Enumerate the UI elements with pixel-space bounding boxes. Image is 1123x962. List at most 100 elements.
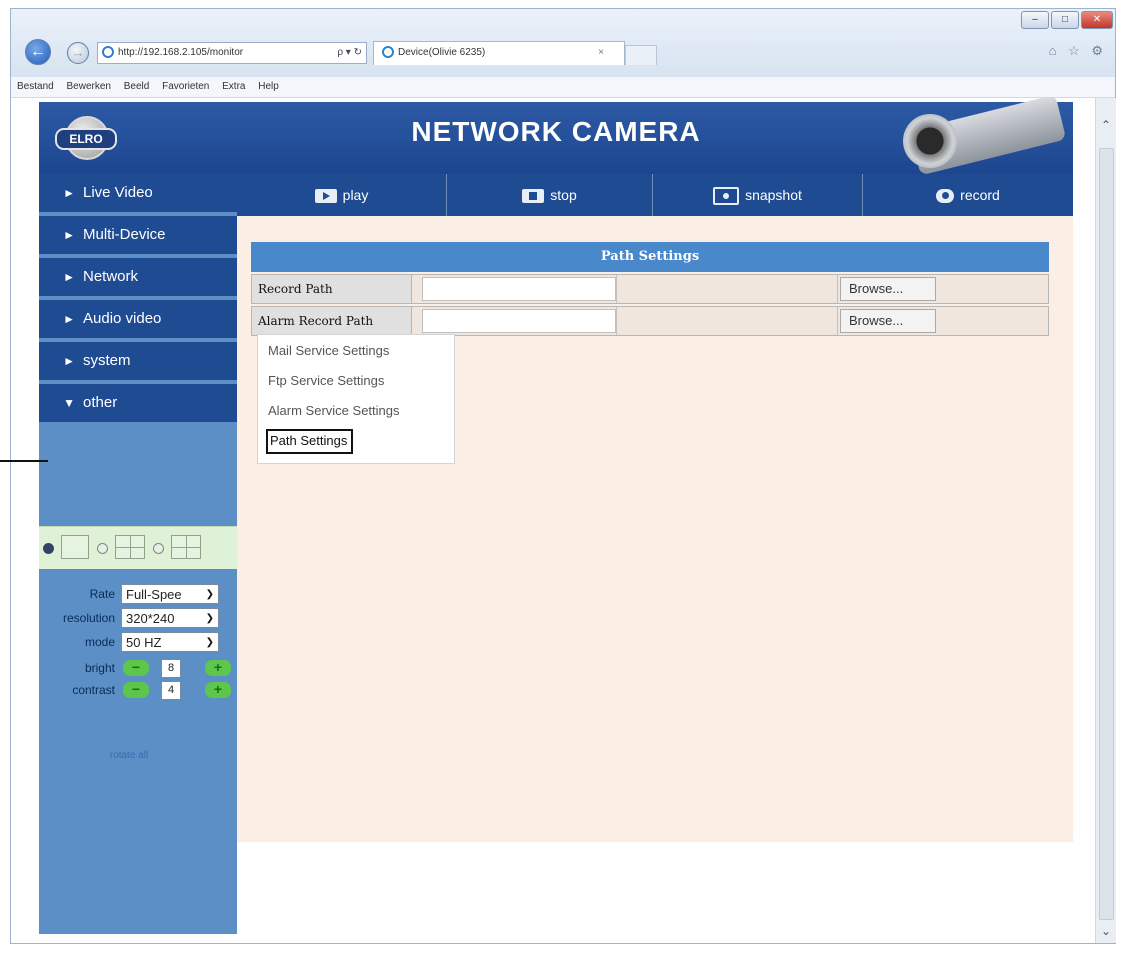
nine-view-icon <box>171 535 201 559</box>
single-view-icon <box>61 535 89 559</box>
callout-pointer <box>0 460 48 462</box>
mode-row: mode 50 HZ ❯ <box>39 632 237 654</box>
menu-extra[interactable]: Extra <box>222 81 245 92</box>
ie-icon <box>382 46 394 59</box>
ie-icon <box>102 46 114 59</box>
alarm-record-path-row: Alarm Record Path Browse... <box>251 306 1049 336</box>
mode-label: mode <box>84 635 115 649</box>
bright-row: bright − 8 + <box>39 658 237 680</box>
bright-label: bright <box>84 661 115 675</box>
menu-item-mail-service[interactable]: Mail Service Settings <box>268 343 389 358</box>
scroll-up-icon[interactable]: ⌃ <box>1096 118 1116 132</box>
menu-favorieten[interactable]: Favorieten <box>162 81 209 92</box>
bright-value: 8 <box>161 659 181 678</box>
record-path-input[interactable] <box>422 277 616 301</box>
arrow-right-icon: ► <box>63 270 75 284</box>
arrow-right-icon: ► <box>63 354 75 368</box>
maximize-button[interactable]: □ <box>1051 11 1079 29</box>
alarm-record-path-browse-button[interactable]: Browse... <box>840 309 936 333</box>
record-path-row: Record Path Browse... <box>251 274 1049 304</box>
record-path-label: Record Path <box>252 275 412 303</box>
camera-image <box>873 98 1067 176</box>
chevron-down-icon: ❯ <box>205 613 214 624</box>
mode-select[interactable]: 50 HZ ❯ <box>121 632 219 652</box>
arrow-down-icon: ▼ <box>63 396 75 410</box>
browser-titlebar: – □ ✕ ← → http://192.168.2.105/monitor ρ… <box>11 9 1115 77</box>
bright-plus-button[interactable]: + <box>205 660 231 676</box>
layout-radio-9[interactable] <box>153 543 164 554</box>
layout-radio-1[interactable] <box>43 543 54 554</box>
menu-item-path-settings[interactable]: Path Settings <box>266 429 354 454</box>
minimize-button[interactable]: – <box>1021 11 1049 29</box>
browser-tab[interactable]: Device(Olivie 6235) × <box>373 41 625 65</box>
sidebar-item-live-video[interactable]: ► Live Video <box>39 174 237 216</box>
forward-button[interactable]: → <box>67 42 89 64</box>
camera-header: ELRO NETWORK CAMERA <box>39 98 1073 176</box>
menu-bewerken[interactable]: Bewerken <box>66 81 110 92</box>
record-button[interactable]: record <box>863 174 1073 216</box>
arrow-right-icon: ► <box>63 186 75 200</box>
close-window-button[interactable]: ✕ <box>1081 11 1113 29</box>
alarm-record-path-input[interactable] <box>422 309 616 333</box>
play-icon <box>314 189 337 204</box>
record-icon <box>936 189 955 204</box>
sidebar: ► Live Video ► Multi-Device ► Network ► Audi… <box>39 174 237 934</box>
scrollbar-thumb[interactable] <box>1099 148 1114 920</box>
contrast-value: 4 <box>161 681 181 700</box>
browser-menubar: Bestand Bewerken Beeld Favorieten Extra … <box>11 77 1115 98</box>
contrast-minus-button[interactable]: − <box>123 682 149 698</box>
menu-help[interactable]: Help <box>258 81 279 92</box>
resolution-label: resolution <box>62 611 115 625</box>
arrow-right-icon: ► <box>63 312 75 326</box>
sidebar-item-other[interactable]: ▼ other <box>39 384 237 426</box>
address-controls[interactable]: ρ ▾ ↻ <box>337 43 362 63</box>
stop-button[interactable]: stop <box>447 174 653 216</box>
menu-bestand[interactable]: Bestand <box>17 81 54 92</box>
other-submenu: Mail Service Settings Ftp Service Settin… <box>257 334 455 464</box>
layout-selector <box>39 526 237 569</box>
arrow-right-icon: ► <box>63 228 75 242</box>
rate-label: Rate <box>89 587 115 601</box>
sidebar-item-network[interactable]: ► Network <box>39 258 237 300</box>
menu-item-alarm-service[interactable]: Alarm Service Settings <box>268 403 400 418</box>
scroll-down-icon[interactable]: ⌄ <box>1096 924 1116 938</box>
browser-toolbar-icons[interactable]: ⌂ ☆ ⚙ <box>1049 43 1107 59</box>
settings-panel: Path Settings Record Path Browse... Alar… <box>237 216 1073 842</box>
chevron-down-icon: ❯ <box>205 637 214 648</box>
play-button[interactable]: play <box>237 174 447 216</box>
rotate-all-link[interactable]: rotate all <box>79 750 179 761</box>
back-button[interactable]: ← <box>25 39 51 65</box>
chevron-down-icon: ❯ <box>205 589 214 600</box>
menu-beeld[interactable]: Beeld <box>124 81 150 92</box>
browser-window: – □ ✕ ← → http://192.168.2.105/monitor ρ… <box>10 8 1116 944</box>
snapshot-button[interactable]: snapshot <box>653 174 863 216</box>
bright-minus-button[interactable]: − <box>123 660 149 676</box>
video-toolbar: play stop snapshot record <box>237 174 1073 216</box>
sidebar-item-multi-device[interactable]: ► Multi-Device <box>39 216 237 258</box>
contrast-plus-button[interactable]: + <box>205 682 231 698</box>
address-text: http://192.168.2.105/monitor <box>118 47 244 58</box>
contrast-row: contrast − 4 + <box>39 680 237 702</box>
contrast-label: contrast <box>72 683 115 697</box>
camera-icon <box>713 187 740 206</box>
resolution-select[interactable]: 320*240 ❯ <box>121 608 219 628</box>
alarm-record-path-label: Alarm Record Path <box>252 307 412 335</box>
tab-close-icon[interactable]: × <box>598 42 604 64</box>
rate-row: Rate Full-Spee ❯ <box>39 584 237 606</box>
resolution-row: resolution 320*240 ❯ <box>39 608 237 630</box>
new-tab-button[interactable] <box>625 45 657 65</box>
menu-item-ftp-service[interactable]: Ftp Service Settings <box>268 373 384 388</box>
layout-radio-4[interactable] <box>97 543 108 554</box>
address-bar[interactable]: http://192.168.2.105/monitor ρ ▾ ↻ <box>97 42 367 64</box>
vertical-scrollbar[interactable]: ⌃ ⌄ <box>1095 98 1116 943</box>
stop-icon <box>522 189 545 204</box>
tab-title: Device(Olivie 6235) <box>398 47 486 58</box>
record-path-browse-button[interactable]: Browse... <box>840 277 936 301</box>
path-settings-title: Path Settings <box>251 242 1049 272</box>
page-content: ELRO NETWORK CAMERA ► Live Video ► Multi-D… <box>11 98 1095 943</box>
sidebar-item-system[interactable]: ► system <box>39 342 237 384</box>
sidebar-item-audio-video[interactable]: ► Audio video <box>39 300 237 342</box>
rate-select[interactable]: Full-Spee ❯ <box>121 584 219 604</box>
path-settings-table: Path Settings Record Path Browse... Alar… <box>251 242 1049 336</box>
quad-view-icon <box>115 535 145 559</box>
